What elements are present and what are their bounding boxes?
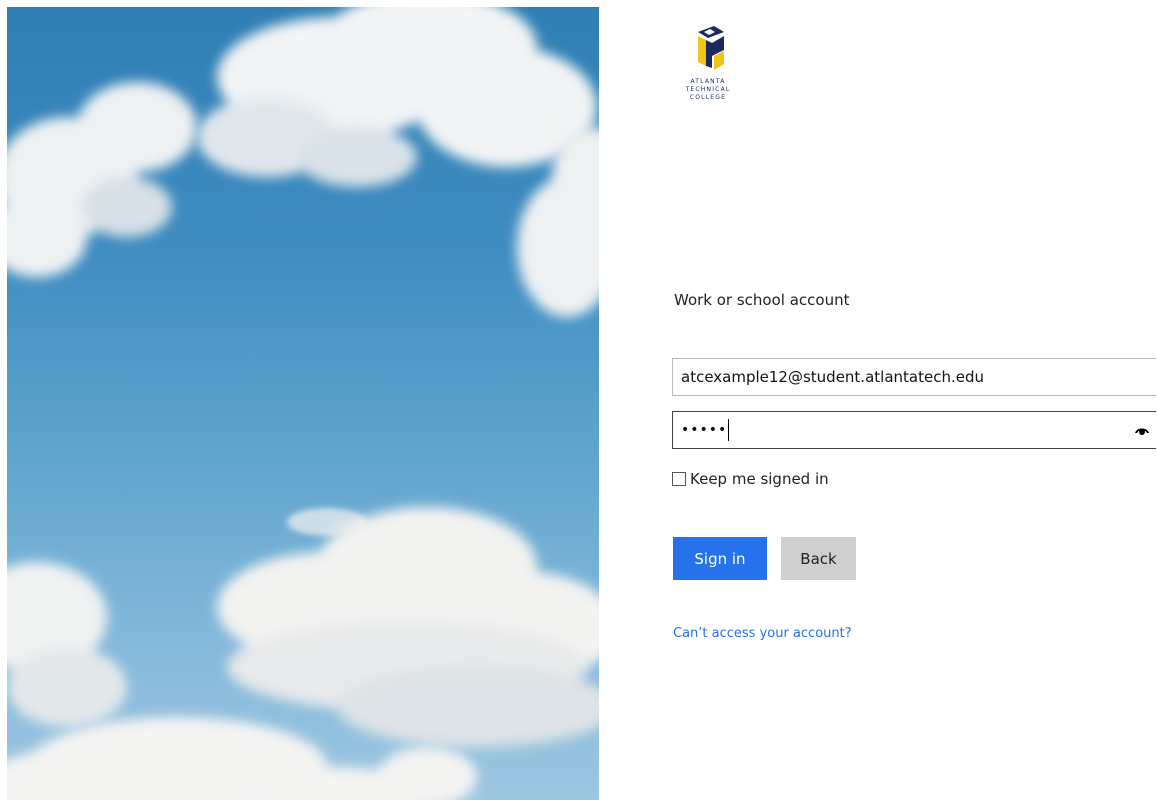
logo-line-1: ATLANTA: [690, 78, 726, 85]
form-title: Work or school account: [674, 291, 850, 309]
sign-in-page: ATLANTA TECHNICAL COLLEGE Work or school…: [0, 0, 1157, 800]
email-field[interactable]: atcexample12@student.atlantatech.edu: [672, 358, 1156, 396]
password-masked-value: •••••: [681, 422, 728, 438]
eye-icon[interactable]: [1134, 422, 1150, 438]
sign-in-button[interactable]: Sign in: [673, 537, 767, 580]
college-wordmark: ATLANTA TECHNICAL COLLEGE: [676, 78, 740, 102]
cant-access-account-link[interactable]: Can’t access your account?: [673, 626, 852, 641]
email-value: atcexample12@student.atlantatech.edu: [681, 368, 984, 386]
password-field[interactable]: •••••: [672, 411, 1156, 449]
sky-illustration: [7, 7, 599, 800]
keep-signed-in-checkbox[interactable]: [672, 472, 686, 486]
text-caret: [728, 419, 730, 441]
logo-line-3: COLLEGE: [689, 94, 727, 101]
back-button[interactable]: Back: [781, 537, 856, 580]
keep-signed-in-row[interactable]: Keep me signed in: [672, 470, 829, 488]
college-logo-mark-icon: [698, 26, 724, 70]
logo-line-2: TECHNICAL: [685, 86, 731, 93]
clouds-image: [7, 7, 599, 800]
keep-signed-in-label[interactable]: Keep me signed in: [690, 470, 829, 488]
atlanta-technical-college-logo: ATLANTA TECHNICAL COLLEGE: [676, 26, 740, 116]
